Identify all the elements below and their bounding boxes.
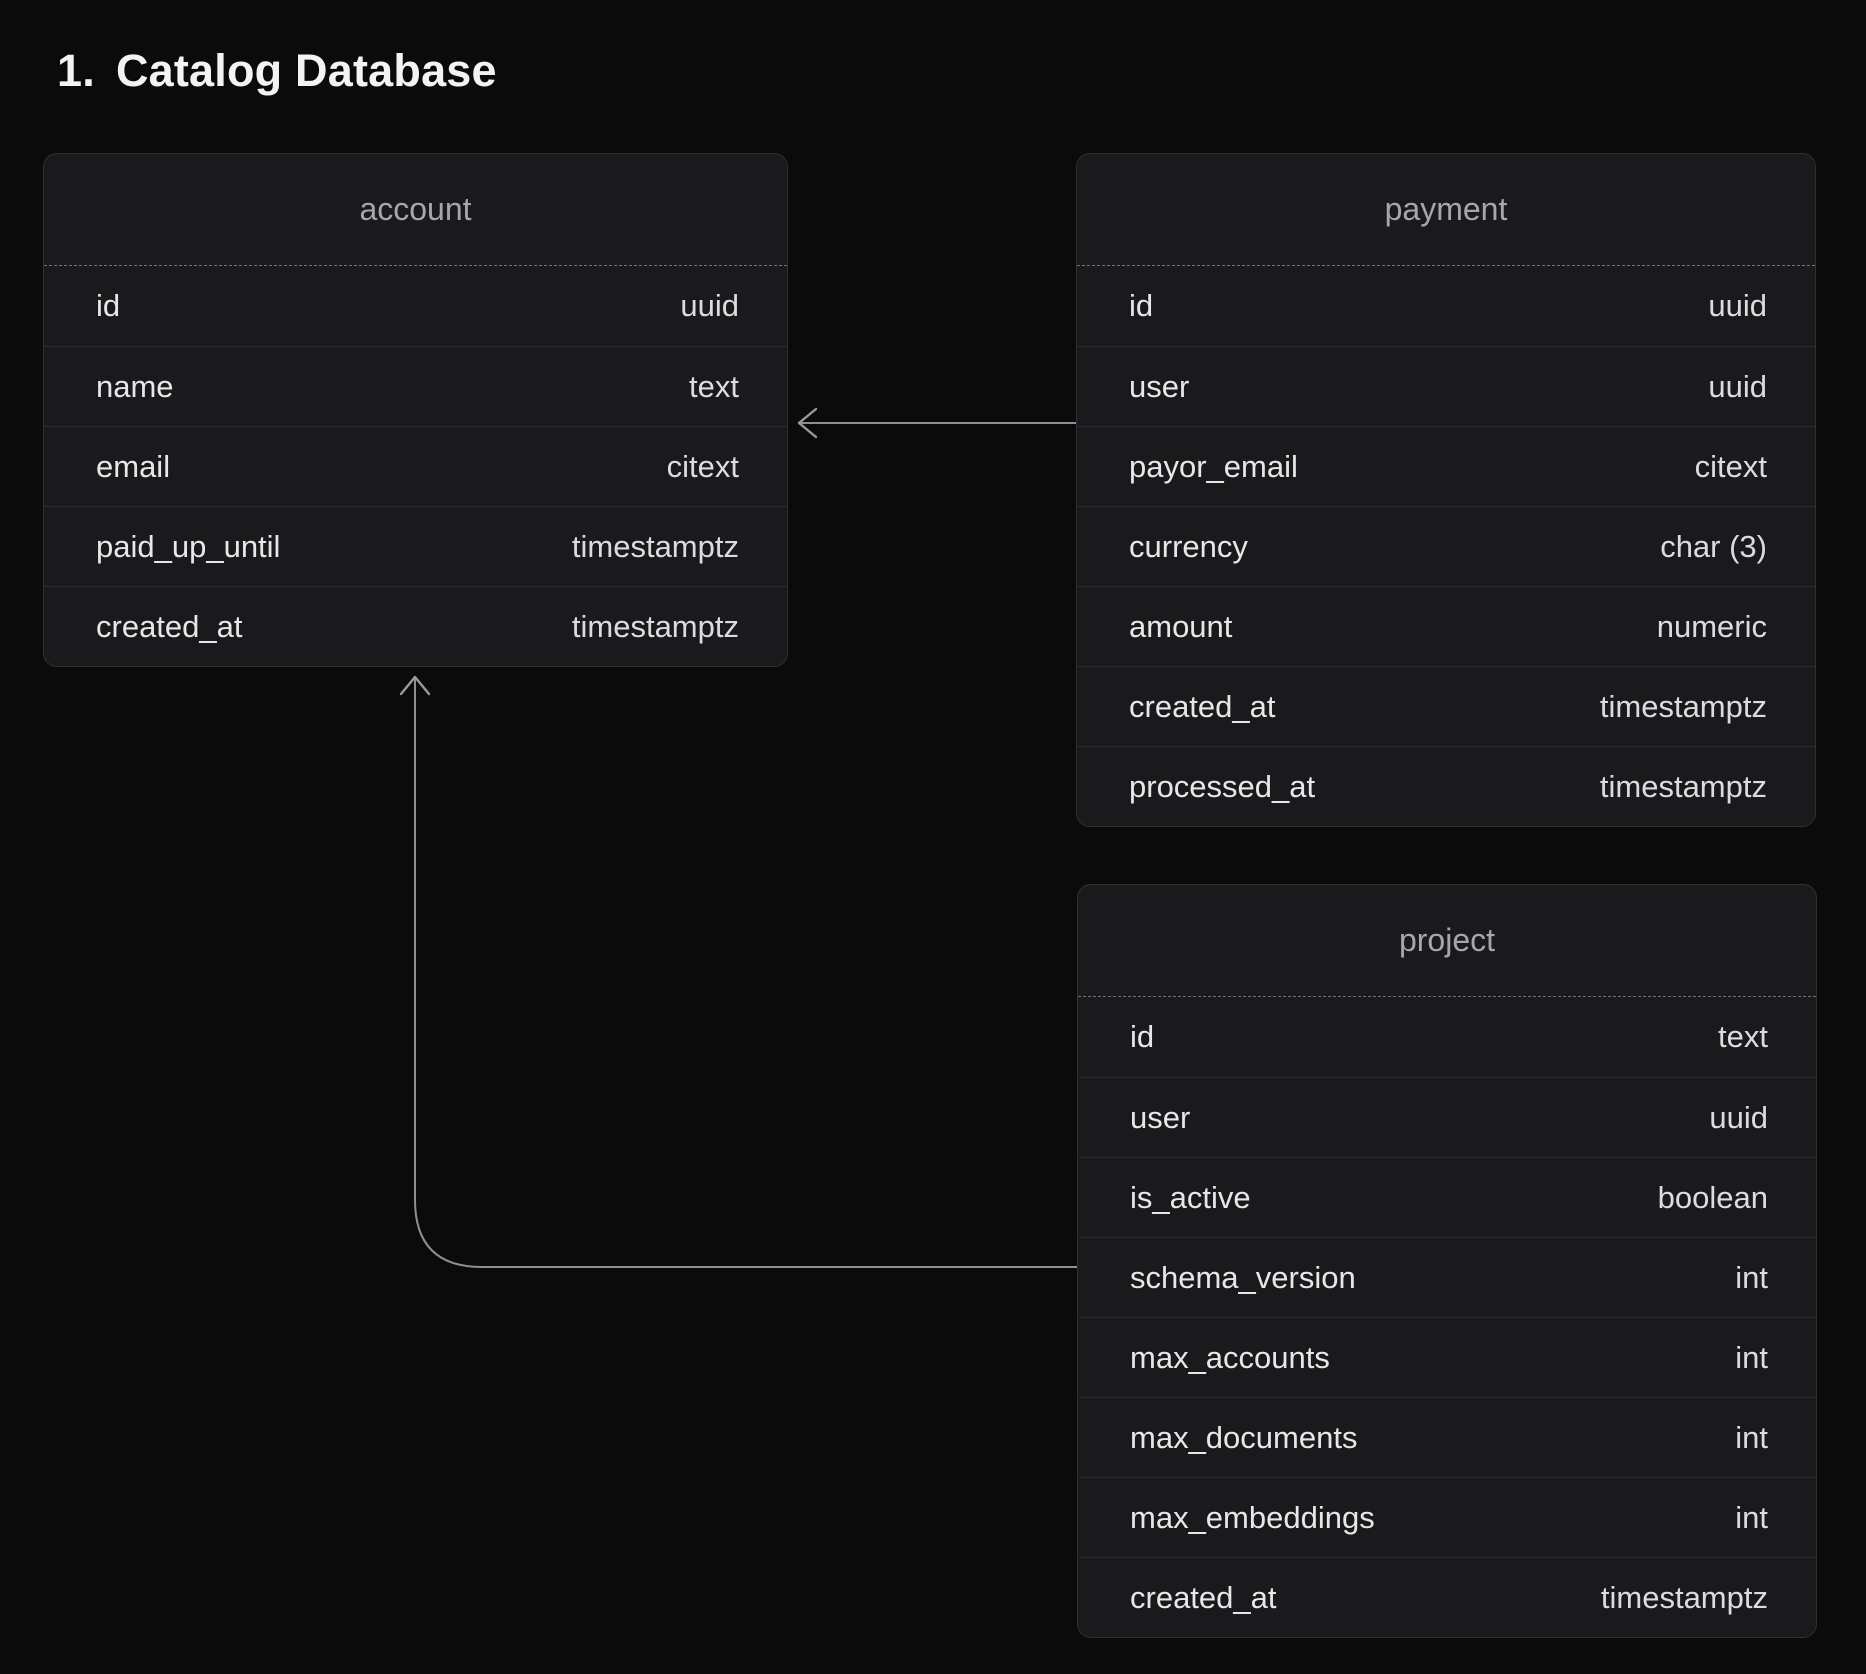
- field-name: paid_up_until: [96, 529, 280, 565]
- field-name: schema_version: [1130, 1260, 1356, 1296]
- table-row: amount numeric: [1077, 586, 1815, 666]
- table-row: user uuid: [1078, 1077, 1816, 1157]
- field-type: uuid: [1709, 1100, 1768, 1136]
- table-row: currency char (3): [1077, 506, 1815, 586]
- field-type: timestamptz: [1600, 769, 1767, 805]
- table-row: created_at timestamptz: [44, 586, 787, 666]
- field-type: timestamptz: [1600, 689, 1767, 725]
- connector-project-to-account: [401, 677, 1077, 1267]
- field-name: created_at: [1130, 1580, 1277, 1616]
- field-name: created_at: [1129, 689, 1276, 725]
- field-type: uuid: [1708, 369, 1767, 405]
- table-account-rows: id uuid name text email citext paid_up_u…: [44, 266, 787, 666]
- field-name: currency: [1129, 529, 1248, 565]
- field-name: payor_email: [1129, 449, 1298, 485]
- field-name: user: [1130, 1100, 1190, 1136]
- field-name: name: [96, 369, 174, 405]
- table-payment[interactable]: payment id uuid user uuid payor_email ci…: [1076, 153, 1816, 827]
- table-row: max_embeddings int: [1078, 1477, 1816, 1557]
- table-project-rows: id text user uuid is_active boolean sche…: [1078, 997, 1816, 1637]
- field-type: char (3): [1660, 529, 1767, 565]
- field-type: timestamptz: [572, 609, 739, 645]
- field-type: citext: [667, 449, 739, 485]
- connector-payment-to-account: [799, 409, 1076, 437]
- table-project[interactable]: project id text user uuid is_active bool…: [1077, 884, 1817, 1638]
- field-name: email: [96, 449, 170, 485]
- field-name: user: [1129, 369, 1189, 405]
- table-row: id uuid: [1077, 266, 1815, 346]
- field-type: int: [1735, 1500, 1768, 1536]
- field-name: max_accounts: [1130, 1340, 1330, 1376]
- table-row: max_documents int: [1078, 1397, 1816, 1477]
- table-row: is_active boolean: [1078, 1157, 1816, 1237]
- field-type: citext: [1695, 449, 1767, 485]
- arrow-up-icon: [401, 677, 429, 694]
- field-type: timestamptz: [1601, 1580, 1768, 1616]
- field-type: int: [1735, 1420, 1768, 1456]
- field-name: created_at: [96, 609, 243, 645]
- table-account[interactable]: account id uuid name text email citext p…: [43, 153, 788, 667]
- field-name: is_active: [1130, 1180, 1251, 1216]
- field-type: uuid: [1708, 288, 1767, 324]
- field-type: numeric: [1657, 609, 1767, 645]
- table-row: max_accounts int: [1078, 1317, 1816, 1397]
- table-payment-rows: id uuid user uuid payor_email citext cur…: [1077, 266, 1815, 826]
- erd-canvas: 1. Catalog Database account id uuid name…: [0, 0, 1866, 1674]
- table-project-title: project: [1078, 885, 1816, 997]
- table-row: email citext: [44, 426, 787, 506]
- table-row: id uuid: [44, 266, 787, 346]
- table-row: schema_version int: [1078, 1237, 1816, 1317]
- table-row: payor_email citext: [1077, 426, 1815, 506]
- field-name: id: [96, 288, 120, 324]
- page-title: 1. Catalog Database: [57, 46, 497, 96]
- table-payment-title: payment: [1077, 154, 1815, 266]
- field-name: processed_at: [1129, 769, 1315, 805]
- arrow-left-icon: [799, 409, 816, 437]
- field-type: text: [1718, 1019, 1768, 1055]
- page-title-number: 1.: [57, 46, 95, 96]
- table-row: user uuid: [1077, 346, 1815, 426]
- table-account-title: account: [44, 154, 787, 266]
- field-type: uuid: [680, 288, 739, 324]
- field-type: timestamptz: [572, 529, 739, 565]
- page-title-text: Catalog Database: [116, 46, 497, 96]
- table-row: paid_up_until timestamptz: [44, 506, 787, 586]
- table-row: processed_at timestamptz: [1077, 746, 1815, 826]
- field-name: id: [1130, 1019, 1154, 1055]
- table-row: id text: [1078, 997, 1816, 1077]
- field-type: text: [689, 369, 739, 405]
- field-type: int: [1735, 1260, 1768, 1296]
- field-type: boolean: [1658, 1180, 1768, 1216]
- table-row: created_at timestamptz: [1078, 1557, 1816, 1637]
- field-type: int: [1735, 1340, 1768, 1376]
- table-row: created_at timestamptz: [1077, 666, 1815, 746]
- field-name: max_documents: [1130, 1420, 1357, 1456]
- field-name: id: [1129, 288, 1153, 324]
- field-name: amount: [1129, 609, 1232, 645]
- field-name: max_embeddings: [1130, 1500, 1375, 1536]
- table-row: name text: [44, 346, 787, 426]
